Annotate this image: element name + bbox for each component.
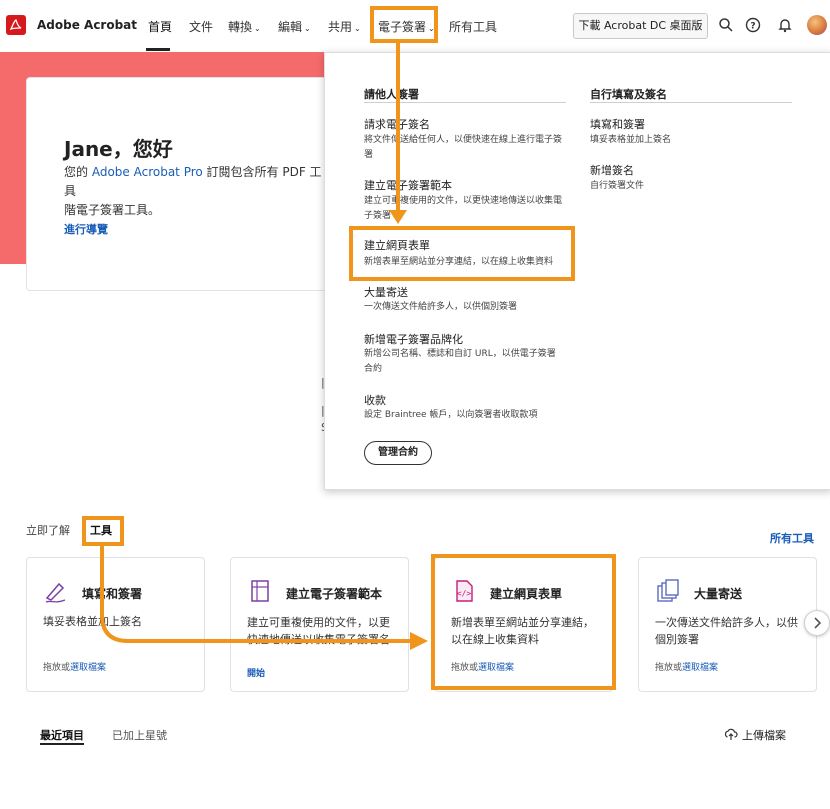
card-description: 一次傳送文件給許多人，以供個別簽署 — [655, 616, 798, 646]
menu-item-bulk-send[interactable]: 大量寄送 — [364, 284, 408, 300]
highlight-create-web-form — [349, 226, 575, 281]
menu-item-desc: 新增公司名稱、標誌和自訂 URL，以供電子簽署合約 — [364, 349, 556, 374]
card-title: 填寫和簽署 — [82, 587, 143, 601]
menu-item-collect-payments[interactable]: 收款 — [364, 392, 386, 408]
select-file-link[interactable]: 選取檔案 — [70, 663, 106, 673]
download-desktop-button[interactable]: 下載 Acrobat DC 桌面版 — [573, 13, 708, 39]
nav-documents[interactable]: 文件 — [189, 18, 213, 35]
nav-convert-label: 轉換 — [228, 20, 253, 34]
menu-item-fill-and-sign[interactable]: 填寫和簽署 — [590, 116, 645, 132]
drag-drop-text: 拖放或 — [43, 663, 71, 673]
pen-sign-icon — [45, 582, 66, 603]
tool-card-bulk-send[interactable]: 大量寄送 一次傳送文件給許多人，以供個別簽署 拖放或選取檔案 — [638, 557, 817, 692]
hero-text-line2: 階電子簽署工具。 — [64, 203, 161, 217]
hero-greeting: Jane，您好 — [64, 137, 173, 161]
upload-file-button[interactable]: 上傳檔案 — [724, 727, 786, 743]
tool-card-create-template[interactable]: 建立電子簽署範本 建立可重複使用的文件，以更快速地傳送以收集電子簽署名 開始 — [230, 557, 409, 692]
highlight-esign-menu — [370, 6, 438, 43]
card-description: 填妥表格並加上簽名 — [43, 615, 142, 628]
acrobat-pro-link[interactable]: Adobe Acrobat Pro — [92, 165, 203, 179]
divider — [590, 102, 792, 103]
menu-item-desc: 將文件傳送給任何人，以便快速在線上進行電子簽署 — [364, 135, 563, 160]
menu-item-desc: 自行簽署文件 — [590, 181, 645, 191]
tool-card-fill-sign[interactable]: 填寫和簽署 填妥表格並加上簽名 拖放或選取檔案 — [26, 557, 205, 692]
search-icon[interactable] — [718, 17, 734, 33]
menu-item-desc: 填妥表格並加上簽名 — [590, 135, 672, 145]
menu-item-create-template[interactable]: 建立電子簽署範本 — [364, 177, 452, 193]
chevron-down-icon: ⌄ — [254, 24, 261, 33]
cloud-upload-icon — [724, 728, 738, 740]
highlight-web-form-card — [431, 554, 616, 690]
nav-share-label: 共用 — [328, 20, 353, 34]
nav-edit-label: 編輯 — [278, 20, 303, 34]
menu-item-request-esignature[interactable]: 請求電子簽名 — [364, 116, 430, 132]
card-description: 建立可重複使用的文件，以更快速地傳送以收集電子簽署名 — [247, 616, 390, 646]
take-tour-link[interactable]: 進行導覽 — [64, 221, 108, 237]
manage-agreements-button[interactable]: 管理合約 — [364, 441, 432, 465]
chevron-right-icon — [814, 617, 822, 629]
svg-text:?: ? — [750, 22, 755, 32]
chevron-down-icon: ⌄ — [354, 24, 361, 33]
nav-convert[interactable]: 轉換 ⌄ — [228, 18, 261, 35]
hero-description: 您的 Adobe Acrobat Pro 訂閱包含所有 PDF 工具 階電子簽署… — [64, 163, 326, 220]
upload-label: 上傳檔案 — [742, 729, 786, 742]
start-link[interactable]: 開始 — [247, 666, 265, 679]
card-title: 大量寄送 — [694, 587, 743, 601]
carousel-next-button[interactable] — [804, 610, 830, 636]
card-footer: 拖放或選取檔案 — [43, 660, 106, 673]
tab-learn-now[interactable]: 立即了解 — [26, 522, 70, 538]
nav-home[interactable]: 首頁 — [148, 18, 172, 35]
card-title: 建立電子簽署範本 — [286, 587, 383, 601]
hero-text-prefix: 您的 — [64, 165, 92, 179]
help-icon[interactable]: ? — [745, 17, 761, 33]
menu-item-desc: 設定 Braintree 帳戶，以向簽署者收取款項 — [364, 410, 538, 420]
all-tools-link[interactable]: 所有工具 — [770, 530, 814, 546]
nav-edit[interactable]: 編輯 ⌄ — [278, 18, 311, 35]
nav-all-tools[interactable]: 所有工具 — [449, 18, 497, 35]
divider — [364, 102, 566, 103]
card-footer: 拖放或選取檔案 — [655, 660, 718, 673]
dropdown-heading-fill-and-sign: 自行填寫及簽名 — [590, 88, 667, 101]
nav-active-indicator — [146, 48, 170, 51]
tab-starred[interactable]: 已加上星號 — [112, 727, 167, 743]
menu-item-desc: 一次傳送文件給許多人，以供個別簽署 — [364, 302, 518, 312]
nav-share[interactable]: 共用 ⌄ — [328, 18, 361, 35]
dropdown-heading-request-signatures: 請他人簽署 — [364, 88, 419, 101]
highlight-tools-tab — [82, 516, 124, 546]
arrowhead-right-icon — [410, 632, 428, 650]
tab-active-indicator — [40, 743, 84, 745]
bell-icon[interactable] — [777, 17, 793, 33]
select-file-link[interactable]: 選取檔案 — [682, 663, 718, 673]
tab-recent[interactable]: 最近項目 — [40, 727, 84, 743]
template-icon — [251, 580, 269, 602]
chevron-down-icon: ⌄ — [304, 24, 311, 33]
menu-item-desc: 建立可重複使用的文件，以更快速地傳送以收集電子簽署 — [364, 196, 563, 221]
bulk-send-icon — [657, 579, 679, 602]
avatar[interactable] — [807, 15, 827, 35]
menu-item-add-signature[interactable]: 新增簽名 — [590, 162, 634, 178]
drag-drop-text: 拖放或 — [655, 663, 683, 673]
menu-item-esign-branding[interactable]: 新增電子簽署品牌化 — [364, 331, 463, 347]
acrobat-logo-icon[interactable] — [6, 15, 26, 35]
app-title[interactable]: Adobe Acrobat — [37, 18, 137, 32]
